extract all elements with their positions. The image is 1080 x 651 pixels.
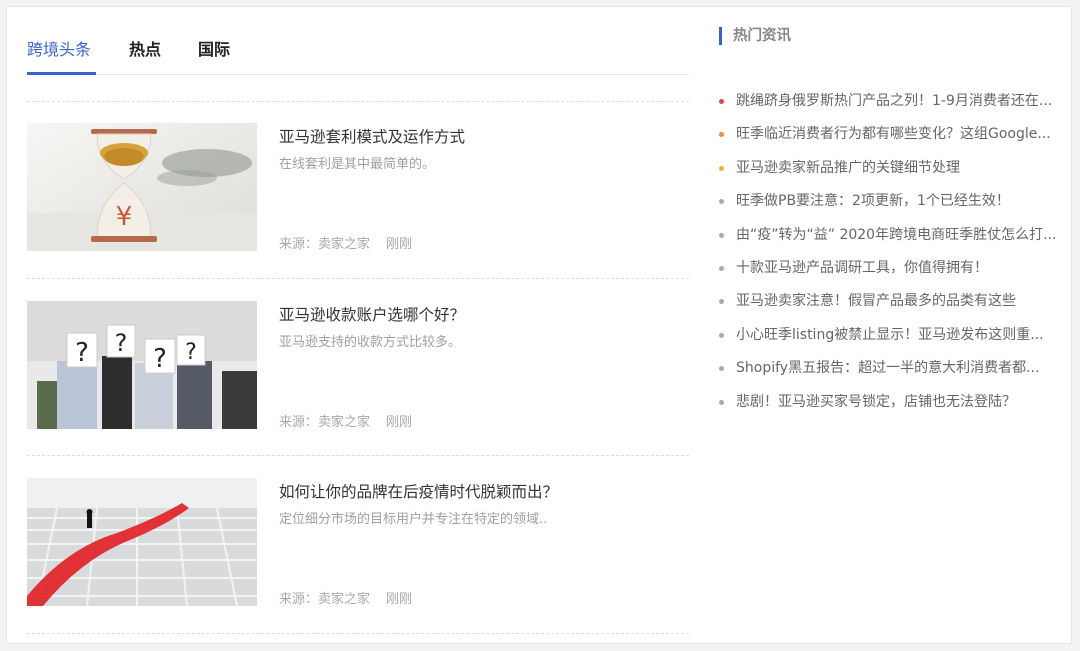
divider xyxy=(27,455,689,456)
hot-news-text[interactable]: 十款亚马逊产品调研工具，你值得拥有！ xyxy=(736,260,988,276)
article-item[interactable]: ¥ 亚马逊套利模式及运作方式 在线套利是其中最简单的。 来源：卖家之家 刚刚 xyxy=(27,123,689,252)
svg-text:?: ? xyxy=(115,329,128,357)
hot-news-text[interactable]: 由“疫”转为“益” 2020年跨境电商旺季胜仗怎么打... xyxy=(736,227,1056,243)
article-time: 刚刚 xyxy=(386,237,413,252)
article-item[interactable]: ? ? ? ? 亚马逊收款账户选哪个好？ 亚马逊支持的收款方式比较多。 来源：卖… xyxy=(27,301,689,430)
hot-news-item[interactable]: 旺季做PB要注意：2项更新，1个已经生效！ xyxy=(719,191,1063,224)
divider xyxy=(27,633,689,634)
hot-news-text[interactable]: 亚马逊卖家新品推广的关键细节处理 xyxy=(736,160,960,176)
bullet-dot xyxy=(719,232,724,238)
tab-cross-border-headlines[interactable]: 跨境头条 xyxy=(27,39,91,61)
bullet-dot xyxy=(719,132,724,138)
article-source: 来源：卖家之家 xyxy=(279,237,371,252)
tab-bar: 跨境头条 热点 国际 xyxy=(27,37,689,77)
hot-news-text[interactable]: 悲剧！亚马逊买家号锁定，店铺也无法登陆？ xyxy=(736,394,1016,410)
divider xyxy=(27,101,689,102)
hot-news-item[interactable]: 小心旺季listing被禁止显示！亚马逊发布这则重... xyxy=(719,325,1063,358)
hot-news-item[interactable]: Shopify黑五报告：超过一半的意大利消费者都... xyxy=(719,358,1063,391)
bullet-dot xyxy=(719,299,724,305)
article-meta: 来源：卖家之家 刚刚 xyxy=(279,588,412,607)
article-description: 在线套利是其中最简单的。 xyxy=(279,157,436,172)
divider xyxy=(27,278,689,279)
article-description: 定位细分市场的目标用户并专注在特定的领域.. xyxy=(279,512,548,527)
hourglass-coins-image[interactable]: ¥ xyxy=(27,123,257,251)
hot-news-item[interactable]: 旺季临近消费者行为都有哪些变化？这组Google... xyxy=(719,124,1063,157)
bullet-dot xyxy=(719,399,724,405)
hot-news-text[interactable]: 旺季临近消费者行为都有哪些变化？这组Google... xyxy=(736,126,1051,142)
bullet-dot xyxy=(719,332,724,338)
hot-news-text[interactable]: Shopify黑五报告：超过一半的意大利消费者都... xyxy=(736,360,1039,376)
hot-news-text[interactable]: 小心旺季listing被禁止显示！亚马逊发布这则重... xyxy=(736,327,1044,343)
hot-news-item[interactable]: 跳绳跻身俄罗斯热门产品之列！1-9月消费者还在... xyxy=(719,91,1063,124)
svg-text:?: ? xyxy=(153,344,167,374)
article-description: 亚马逊支持的收款方式比较多。 xyxy=(279,335,462,350)
svg-text:¥: ¥ xyxy=(116,202,133,232)
svg-text:?: ? xyxy=(185,340,197,365)
tab-bar-divider xyxy=(27,74,689,75)
hot-news-text[interactable]: 旺季做PB要注意：2项更新，1个已经生效！ xyxy=(736,193,1010,209)
article-title[interactable]: 亚马逊收款账户选哪个好？ xyxy=(279,303,465,325)
maze-red-path-image[interactable] xyxy=(27,478,257,606)
hot-news-item[interactable]: 亚马逊卖家注意！假冒产品最多的品类有这些 xyxy=(719,291,1063,324)
article-source: 来源：卖家之家 xyxy=(279,415,371,430)
tab-international[interactable]: 国际 xyxy=(198,39,230,61)
hot-news-text[interactable]: 跳绳跻身俄罗斯热门产品之列！1-9月消费者还在... xyxy=(736,93,1052,109)
question-mark-people-image[interactable]: ? ? ? ? xyxy=(27,301,257,429)
news-card: 跨境头条 热点 国际 ¥ 亚马逊套利模式及运作方式 在线套利是其中最简单的。 来… xyxy=(6,6,1072,644)
hot-news-item[interactable]: 由“疫”转为“益” 2020年跨境电商旺季胜仗怎么打... xyxy=(719,225,1063,258)
bullet-dot xyxy=(719,265,724,271)
hot-news-item[interactable]: 悲剧！亚马逊买家号锁定，店铺也无法登陆？ xyxy=(719,392,1063,425)
article-meta: 来源：卖家之家 刚刚 xyxy=(279,411,412,430)
active-tab-indicator xyxy=(27,72,96,75)
sidebar-accent-bar xyxy=(719,27,722,45)
hot-news-text[interactable]: 亚马逊卖家注意！假冒产品最多的品类有这些 xyxy=(736,293,1016,309)
hot-news-item[interactable]: 十款亚马逊产品调研工具，你值得拥有！ xyxy=(719,258,1063,291)
sidebar-title: 热门资讯 xyxy=(733,28,791,44)
bullet-dot xyxy=(719,165,724,171)
article-item[interactable]: 如何让你的品牌在后疫情时代脱颖而出？ 定位细分市场的目标用户并专注在特定的领域.… xyxy=(27,478,689,607)
article-title[interactable]: 如何让你的品牌在后疫情时代脱颖而出？ xyxy=(279,480,558,502)
tab-hot[interactable]: 热点 xyxy=(129,39,161,61)
svg-text:?: ? xyxy=(75,338,89,368)
article-time: 刚刚 xyxy=(386,415,413,430)
bullet-dot xyxy=(719,99,724,104)
bullet-dot xyxy=(719,366,724,372)
article-time: 刚刚 xyxy=(386,592,413,607)
article-source: 来源：卖家之家 xyxy=(279,592,371,607)
hot-news-list: 跳绳跻身俄罗斯热门产品之列！1-9月消费者还在... 旺季临近消费者行为都有哪些… xyxy=(719,91,1063,425)
bullet-dot xyxy=(719,199,724,205)
article-meta: 来源：卖家之家 刚刚 xyxy=(279,233,412,252)
article-title[interactable]: 亚马逊套利模式及运作方式 xyxy=(279,125,465,147)
hot-news-item[interactable]: 亚马逊卖家新品推广的关键细节处理 xyxy=(719,158,1063,191)
